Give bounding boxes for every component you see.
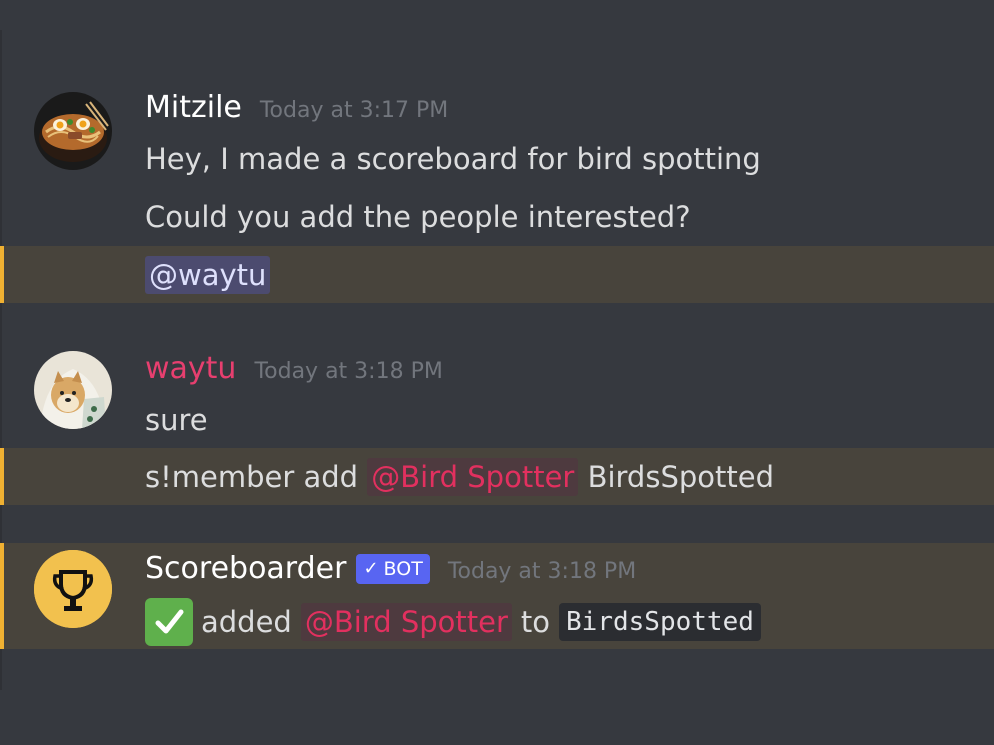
trophy-avatar[interactable] bbox=[34, 550, 112, 628]
mention-highlight-row: s!member add @Bird Spotter BirdsSpotted bbox=[0, 448, 994, 505]
message-text-line: sure bbox=[145, 403, 208, 437]
message-group-scoreboarder: Scoreboarder ✓ BOT Today at 3:18 PM adde… bbox=[0, 543, 994, 649]
author-name[interactable]: waytu bbox=[145, 351, 236, 386]
mention-highlight-row: @waytu bbox=[0, 246, 994, 303]
role-mention[interactable]: @Bird Spotter bbox=[300, 603, 512, 641]
message-timestamp: Today at 3:18 PM bbox=[254, 359, 443, 384]
message-header: waytu Today at 3:18 PM bbox=[145, 351, 443, 386]
message-text-line: Could you add the people interested? bbox=[145, 200, 691, 234]
message-timestamp: Today at 3:18 PM bbox=[447, 559, 637, 584]
check-icon: ✓ bbox=[363, 558, 379, 579]
bot-badge: ✓ BOT bbox=[356, 553, 430, 584]
command-text: s!member add @Bird Spotter BirdsSpotted bbox=[145, 457, 774, 496]
bot-badge-label: BOT bbox=[383, 557, 423, 580]
shiba-dog-avatar[interactable] bbox=[34, 351, 112, 429]
author-name[interactable]: Scoreboarder bbox=[145, 551, 346, 586]
ramen-bowl-avatar[interactable] bbox=[34, 92, 112, 170]
to-text: to bbox=[520, 605, 551, 639]
message-text-line: Hey, I made a scoreboard for bird spotti… bbox=[145, 142, 761, 176]
bot-result-line: added @Bird Spotter to BirdsSpotted bbox=[145, 598, 761, 646]
chat-area: Mitzile Today at 3:17 PM Hey, I made a s… bbox=[0, 0, 994, 745]
author-name[interactable]: Mitzile bbox=[145, 90, 242, 125]
message-header: Scoreboarder ✓ BOT Today at 3:18 PM bbox=[145, 551, 636, 588]
command-prefix: s!member add bbox=[145, 459, 359, 494]
added-text: added bbox=[201, 605, 292, 639]
inline-code-board: BirdsSpotted bbox=[559, 603, 761, 641]
role-mention[interactable]: @Bird Spotter bbox=[367, 457, 579, 496]
mention-highlight-row: Scoreboarder ✓ BOT Today at 3:18 PM adde… bbox=[0, 543, 994, 649]
check-mark-emoji-icon bbox=[145, 598, 193, 646]
message-header: Mitzile Today at 3:17 PM bbox=[145, 90, 448, 125]
board-name: BirdsSpotted bbox=[587, 459, 774, 494]
user-mention[interactable]: @waytu bbox=[145, 255, 271, 294]
message-timestamp: Today at 3:17 PM bbox=[259, 98, 449, 123]
